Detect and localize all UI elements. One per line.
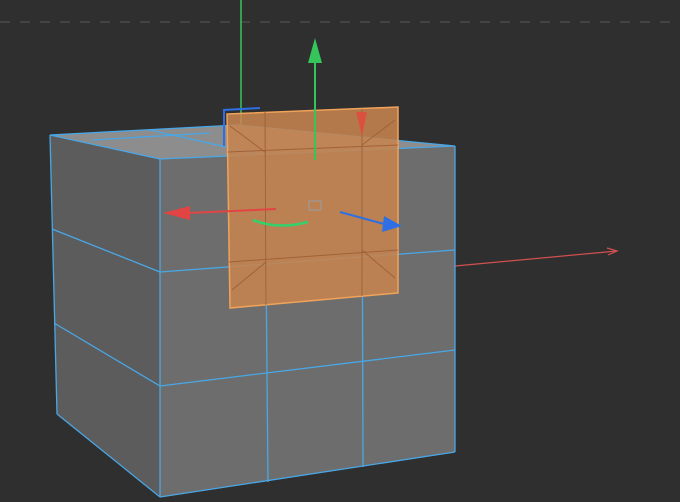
gizmo-y-arrow-icon[interactable] <box>308 38 322 63</box>
selected-face[interactable] <box>226 106 399 309</box>
cube-left-face[interactable] <box>50 135 160 497</box>
viewport-canvas[interactable] <box>0 0 680 502</box>
3d-viewport[interactable] <box>0 0 680 502</box>
world-x-axis <box>454 250 618 267</box>
